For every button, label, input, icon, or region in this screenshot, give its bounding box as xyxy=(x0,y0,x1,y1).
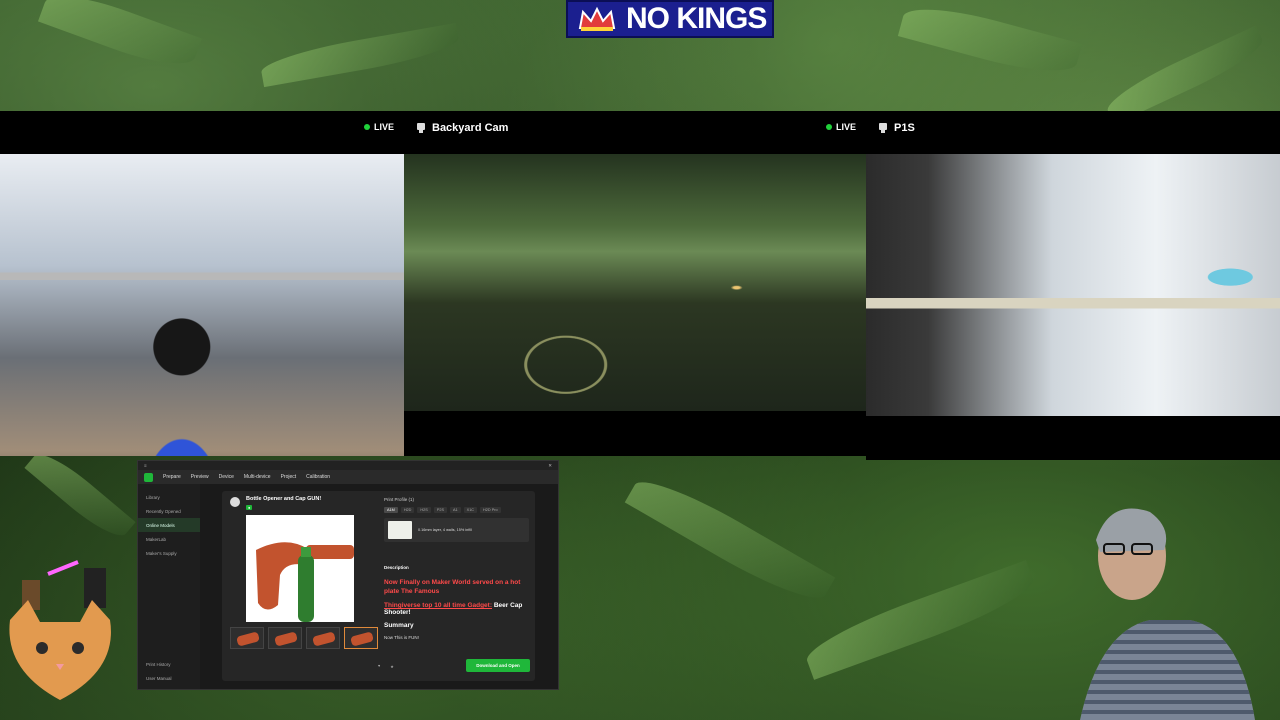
thingiverse-link[interactable]: Thingiverse top 10 all time Gadget: xyxy=(384,602,492,609)
author-badge: ● xyxy=(246,505,253,510)
print-profiles: Print Profile (1) A1M H2D H2S P2S A1 X1C… xyxy=(384,497,529,542)
sidebar-item-library[interactable]: Library xyxy=(138,490,200,504)
camera-backyard-feed[interactable]: Backyard Cam LIVE xyxy=(404,111,866,456)
live-indicator: LIVE xyxy=(363,122,394,132)
description-line: Now Finally on Maker World served on a h… xyxy=(384,579,521,596)
profile-thumbnail xyxy=(388,521,412,539)
printer-chip[interactable]: H2D Pro xyxy=(480,507,501,513)
thumbnail[interactable] xyxy=(306,627,340,649)
printer-filter: A1M H2D H2S P2S A1 X1C H2D Pro xyxy=(384,507,529,513)
tab-project[interactable]: Project xyxy=(281,474,297,480)
tab-device[interactable]: Device xyxy=(219,474,234,480)
thumbnail[interactable] xyxy=(230,627,264,649)
printer-chip[interactable]: A1M xyxy=(384,507,398,513)
live-dot-icon xyxy=(825,124,832,130)
profile-card[interactable]: 0.16mm layer, 4 walls, 15% infill xyxy=(384,518,529,542)
printer-chip[interactable]: X1C xyxy=(463,507,478,513)
banner-title: NO KINGS xyxy=(626,2,767,35)
summary-text: Now This is FUN! xyxy=(384,635,419,641)
live-label: LIVE xyxy=(835,122,856,132)
description-gadget: Thingiverse top 10 all time Gadget: Beer… xyxy=(384,602,529,616)
model-title: Bottle Opener and Cap GUN! xyxy=(246,496,322,502)
tab-preview[interactable]: Preview xyxy=(191,474,209,480)
live-label: LIVE xyxy=(373,122,394,132)
app-logo-icon xyxy=(144,472,153,482)
sidebar-item-user-manual[interactable]: User Manual xyxy=(138,671,200,685)
collect-icon[interactable]: ★ xyxy=(390,664,393,669)
thumbnail-selected[interactable] xyxy=(344,627,378,649)
window-menu-icon[interactable]: ≡ xyxy=(144,463,147,468)
close-icon[interactable]: ✕ xyxy=(548,463,552,469)
camera-title: P1S xyxy=(894,122,915,134)
summary-heading: Summary xyxy=(384,622,414,630)
camera-p1s-feed[interactable]: P1S xyxy=(866,111,1280,460)
webcam-person-overlay xyxy=(1040,500,1280,720)
action-bar: ♥ ★ Download and Open xyxy=(378,659,530,673)
printer-chip[interactable]: H2S xyxy=(417,507,431,513)
live-indicator: LIVE xyxy=(825,122,856,132)
sidebar-item-online-models[interactable]: Online Models xyxy=(138,518,200,532)
profile-description: 0.16mm layer, 4 walls, 15% infill xyxy=(418,528,472,532)
printer-chip[interactable]: P2S xyxy=(433,507,447,513)
backyard-video xyxy=(404,154,866,411)
camera-header: LIVE xyxy=(0,111,404,145)
print-profiles-label: Print Profile (1) xyxy=(384,497,415,502)
camera-header: Backyard Cam LIVE xyxy=(404,111,866,145)
sidebar-item-makers-supply[interactable]: Maker's Supply xyxy=(138,546,200,560)
description-section: Description Now Finally on Maker World s… xyxy=(384,565,529,640)
printer-chip[interactable]: H2D xyxy=(400,507,415,513)
app-titlebar: ≡ ✕ xyxy=(138,461,558,470)
tab-prepare[interactable]: Prepare xyxy=(163,474,181,480)
crown-icon xyxy=(568,2,626,36)
sidebar-item-print-history[interactable]: Print History xyxy=(138,657,200,671)
no-kings-banner: NO KINGS xyxy=(566,0,774,38)
sidebar-item-recent[interactable]: Recently Opened xyxy=(138,504,200,518)
thumbnail[interactable] xyxy=(268,627,302,649)
sidebar-item-makerlab[interactable]: MakerLab xyxy=(138,532,200,546)
camera-header: P1S xyxy=(866,111,1280,145)
app-nav: Prepare Preview Device Multi-device Proj… xyxy=(138,470,558,484)
tab-multi-device[interactable]: Multi-device xyxy=(244,474,271,480)
printer-video xyxy=(0,154,404,456)
camera-printer-feed[interactable]: LIVE xyxy=(0,111,404,456)
camera-title: Backyard Cam xyxy=(432,122,509,134)
tab-calibration[interactable]: Calibration xyxy=(306,474,330,480)
live-dot-icon xyxy=(363,124,370,130)
like-icon[interactable]: ♥ xyxy=(378,664,380,668)
kitten-overlay xyxy=(0,560,135,720)
model-preview-image xyxy=(246,515,354,622)
author-avatar[interactable] xyxy=(230,497,240,507)
camera-icon xyxy=(417,123,425,133)
camera-icon xyxy=(879,123,887,133)
description-label: Description xyxy=(384,565,409,570)
printer-chip[interactable]: A1 xyxy=(450,507,461,513)
download-and-open-button[interactable]: Download and Open xyxy=(466,659,530,672)
model-detail-dialog: Bottle Opener and Cap GUN! ● Print Profi… xyxy=(222,491,535,681)
sidebar: Library Recently Opened Online Models Ma… xyxy=(138,484,200,689)
bambu-studio-window[interactable]: ≡ ✕ Prepare Preview Device Multi-device … xyxy=(137,460,559,690)
p1s-video xyxy=(866,154,1280,416)
author-line: ● xyxy=(246,505,253,510)
thumbnail-strip xyxy=(230,627,378,649)
